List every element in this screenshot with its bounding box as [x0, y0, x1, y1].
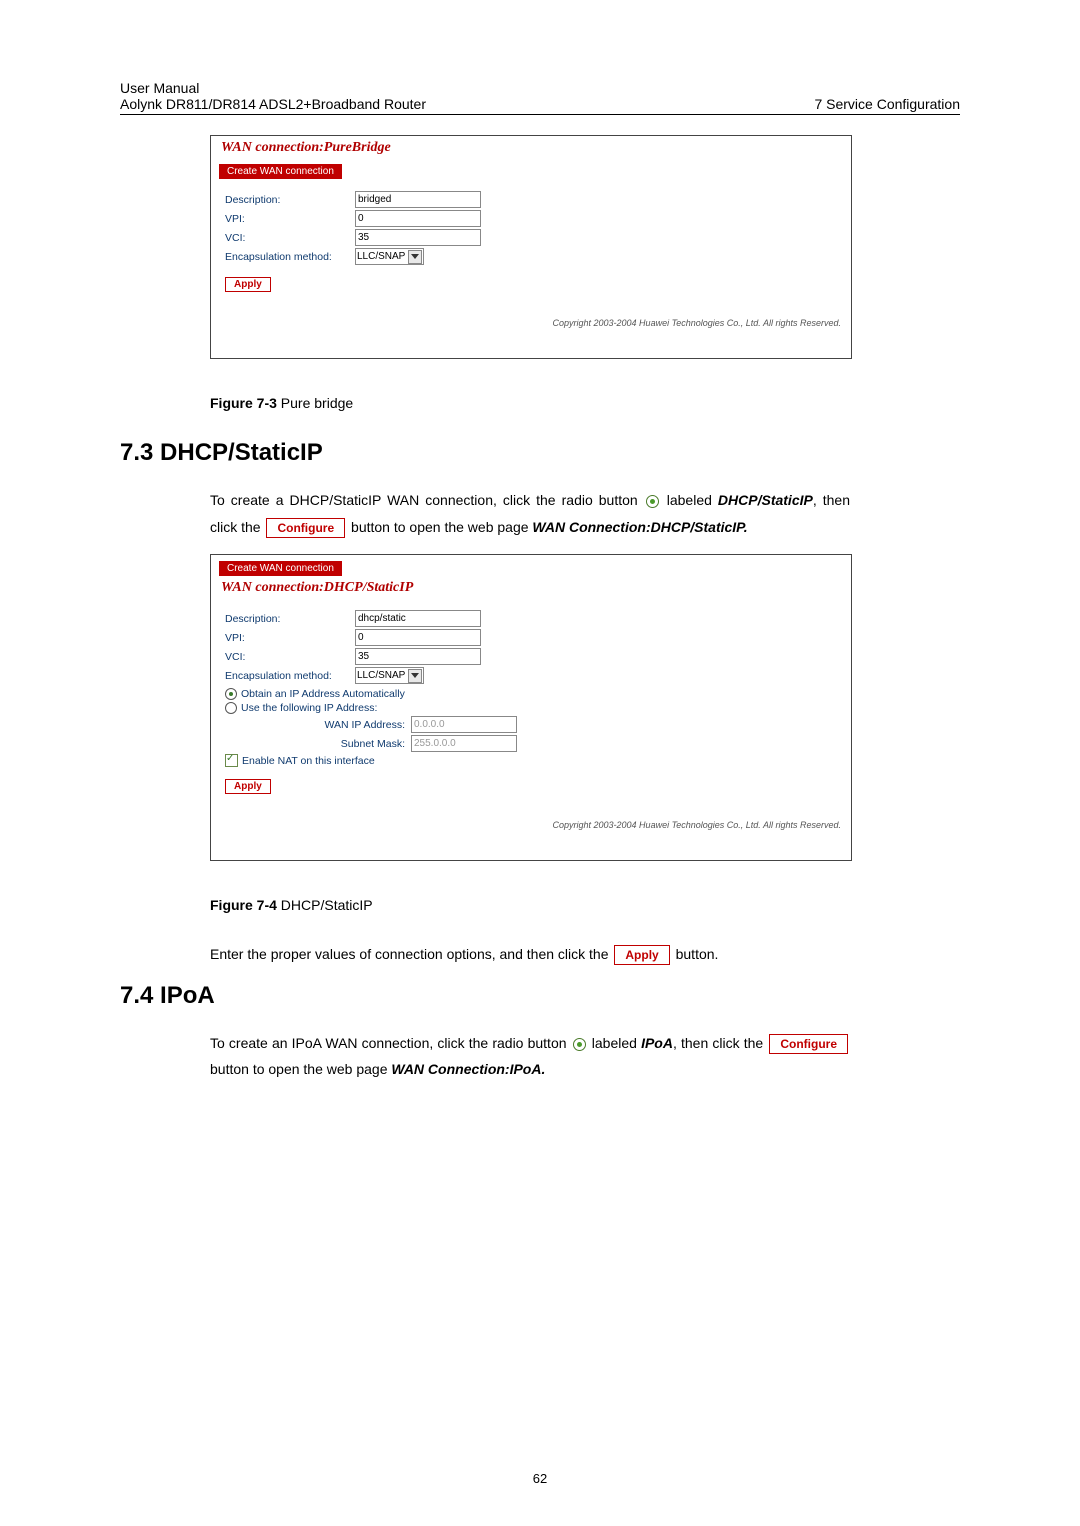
section-7-3-heading: 7.3 DHCP/StaticIP: [120, 439, 960, 467]
fig74-enablenat-label: Enable NAT on this interface: [242, 755, 375, 767]
configure-button-inline[interactable]: Configure: [266, 518, 345, 538]
fig73-vpi-input[interactable]: 0: [355, 210, 481, 227]
section-7-4-heading: 7.4 IPoA: [120, 982, 960, 1010]
caption-7-4-text: DHCP/StaticIP: [281, 897, 373, 913]
para74-d: , then click the: [673, 1035, 767, 1051]
fig74-wanip-input[interactable]: 0.0.0.0: [411, 716, 517, 733]
para74-c: IPoA: [641, 1035, 673, 1051]
fig74-description-input[interactable]: dhcp/static: [355, 610, 481, 627]
caption-7-4: Figure 7-4 DHCP/StaticIP: [210, 897, 960, 913]
fig73-vci-input[interactable]: 35: [355, 229, 481, 246]
para73-f: WAN Connection:DHCP/StaticIP.: [532, 519, 747, 535]
page-number: 62: [0, 1471, 1080, 1486]
fig74-usefollowing-radio[interactable]: [225, 702, 237, 714]
fig74-subnet-label: Subnet Mask:: [225, 738, 411, 750]
fig73-description-label: Description:: [225, 194, 355, 206]
caption-7-4-figure: Figure 7-4: [210, 897, 281, 913]
para74-a: To create an IPoA WAN connection, click …: [210, 1035, 571, 1051]
para73-b: labeled: [661, 492, 718, 508]
chevron-down-icon[interactable]: [408, 250, 422, 264]
chevron-down-icon[interactable]: [408, 669, 422, 683]
fig74-vpi-input[interactable]: 0: [355, 629, 481, 646]
fig74-obtain-radio[interactable]: [225, 688, 237, 700]
fig73-encap-value: LLC/SNAP: [357, 251, 405, 262]
para74-f: WAN Connection:IPoA.: [391, 1061, 545, 1077]
fig73-apply-button[interactable]: Apply: [225, 277, 271, 292]
fig74-vci-label: VCI:: [225, 651, 355, 663]
para-7-4: To create an IPoA WAN connection, click …: [210, 1030, 850, 1083]
fig73-vci-label: VCI:: [225, 232, 355, 244]
fig74-tab[interactable]: Create WAN connection: [219, 561, 342, 576]
fig74-enablenat-checkbox[interactable]: [225, 754, 238, 767]
fig74-title: WAN connection:DHCP/StaticIP: [211, 576, 851, 598]
caption-7-3: Figure 7-3 Pure bridge: [210, 395, 960, 411]
fig74-encap-value: LLC/SNAP: [357, 670, 405, 681]
para73-e: button to open the web page: [347, 519, 532, 535]
figure-7-4-box: Create WAN connection WAN connection:DHC…: [210, 554, 852, 861]
header-right: 7 Service Configuration: [814, 96, 960, 112]
para-after74-b: button.: [672, 946, 719, 962]
configure-button-inline-2[interactable]: Configure: [769, 1034, 848, 1054]
fig74-encap-select[interactable]: LLC/SNAP: [355, 667, 424, 684]
fig74-vci-input[interactable]: 35: [355, 648, 481, 665]
para-after74-a: Enter the proper values of connection op…: [210, 946, 612, 962]
fig74-wanip-label: WAN IP Address:: [225, 719, 411, 731]
caption-7-3-figure: Figure 7-3: [210, 395, 281, 411]
fig74-encap-label: Encapsulation method:: [225, 670, 355, 682]
fig74-subnet-input[interactable]: 255.0.0.0: [411, 735, 517, 752]
fig73-encap-label: Encapsulation method:: [225, 251, 355, 263]
radio-icon: [573, 1038, 586, 1051]
fig73-tab[interactable]: Create WAN connection: [219, 164, 342, 179]
header-line1: User Manual: [120, 80, 960, 96]
caption-7-3-text: Pure bridge: [281, 395, 353, 411]
fig73-vpi-label: VPI:: [225, 213, 355, 225]
para74-e: button to open the web page: [210, 1061, 391, 1077]
para-after-fig74: Enter the proper values of connection op…: [210, 941, 850, 968]
fig73-copyright: Copyright 2003-2004 Huawei Technologies …: [211, 300, 851, 358]
fig74-vpi-label: VPI:: [225, 632, 355, 644]
fig73-description-input[interactable]: bridged: [355, 191, 481, 208]
fig74-apply-button[interactable]: Apply: [225, 779, 271, 794]
figure-7-3-box: WAN connection:PureBridge Create WAN con…: [210, 135, 852, 359]
fig73-encap-select[interactable]: LLC/SNAP: [355, 248, 424, 265]
header-left: Aolynk DR811/DR814 ADSL2+Broadband Route…: [120, 96, 426, 112]
fig73-title: WAN connection:PureBridge: [211, 136, 851, 158]
apply-button-inline[interactable]: Apply: [614, 945, 669, 965]
para-7-3: To create a DHCP/StaticIP WAN connection…: [210, 487, 850, 540]
fig74-description-label: Description:: [225, 613, 355, 625]
fig74-obtain-label: Obtain an IP Address Automatically: [241, 688, 405, 700]
radio-icon: [646, 495, 659, 508]
fig74-usefollowing-label: Use the following IP Address:: [241, 702, 377, 714]
para74-b: labeled: [588, 1035, 641, 1051]
para73-c: DHCP/StaticIP: [718, 492, 813, 508]
fig74-copyright: Copyright 2003-2004 Huawei Technologies …: [211, 802, 851, 860]
para73-a: To create a DHCP/StaticIP WAN connection…: [210, 492, 644, 508]
